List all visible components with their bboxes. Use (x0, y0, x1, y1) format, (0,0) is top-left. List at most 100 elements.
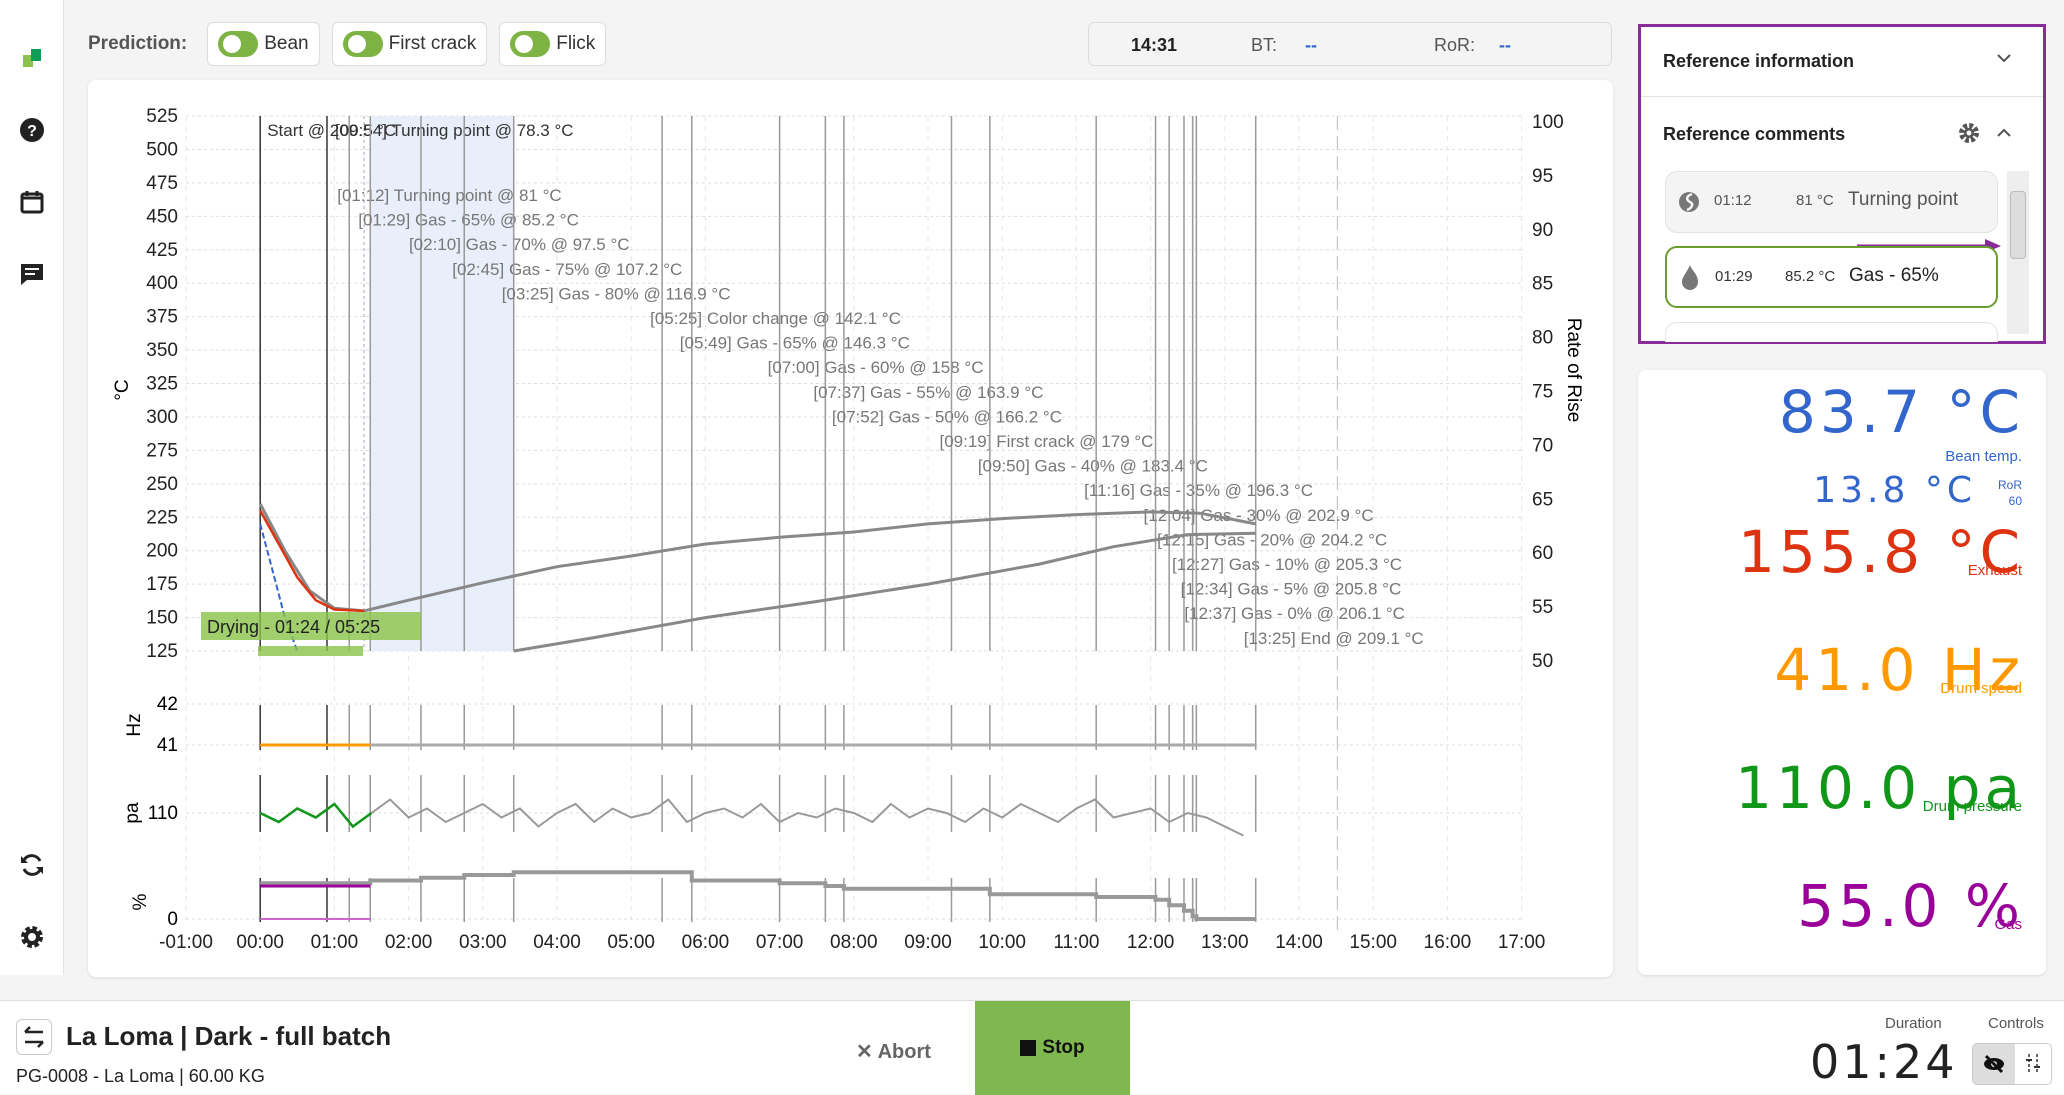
readout-value: 83.7 °C (1778, 378, 2024, 446)
readout-label: Exhaust (1967, 562, 2022, 579)
x-tick-label: 03:00 (459, 932, 507, 953)
refresh-icon[interactable] (14, 847, 50, 883)
subplot-tick-label: 42 (157, 694, 178, 715)
stop-button[interactable]: Stop (975, 1001, 1130, 1095)
duration-label: Duration (1885, 1015, 1942, 1032)
x-tick-label: 04:00 (533, 932, 581, 953)
gas-reference-line (260, 870, 1256, 921)
notes-icon[interactable] (14, 184, 50, 220)
logo-icon[interactable] (14, 40, 50, 76)
subplot-tick-label: 110 (148, 803, 178, 824)
y-tick-label: 225 (146, 507, 178, 528)
ror-tick-label: 100 (1532, 112, 1564, 133)
x-tick-label: 11:00 (1053, 932, 1099, 953)
readout-label: Drum speed (1940, 680, 2022, 697)
readout-value: 13.8 °C (1813, 470, 1976, 511)
chevron-up-icon[interactable] (1996, 127, 2012, 139)
chevron-down-icon[interactable] (1996, 53, 2012, 65)
duration-value: 01:24 (1810, 1035, 1958, 1089)
toggle-first-crack[interactable]: First crack (331, 22, 488, 66)
stop-label: Stop (1042, 1037, 1085, 1058)
x-tick-label: 00:00 (236, 932, 284, 953)
comment-icon[interactable] (14, 256, 50, 292)
y-tick-label: 425 (146, 240, 178, 261)
ror-label: RoR: (1434, 35, 1476, 55)
subplot-tick-label: 41 (157, 735, 178, 756)
sliders-button[interactable] (2015, 1044, 2051, 1084)
event-label: [07:52] Gas - 50% @ 166.2 °C (832, 407, 1062, 426)
ror-tick-label: 60 (1532, 543, 1553, 564)
phase-bar (258, 646, 363, 656)
svg-text:?: ? (27, 123, 37, 140)
bottom-bar: La Loma | Dark - full batch PG-0008 - La… (0, 1000, 2064, 1095)
event-label: [07:37] Gas - 55% @ 163.9 °C (813, 383, 1043, 402)
toggle-switch[interactable] (342, 31, 383, 57)
y-tick-label: 125 (146, 641, 178, 662)
close-icon: ✕ (856, 1041, 878, 1063)
comment-item[interactable]: 01:12 81 °C Turning point (1665, 171, 1998, 233)
swap-arrows-icon (24, 1026, 44, 1048)
ror-tick-label: 75 (1532, 382, 1553, 403)
phase-label: Drying - 01:24 / 05:25 (207, 617, 380, 637)
ror-tick-label: 65 (1532, 489, 1553, 510)
roast-title: La Loma | Dark - full batch (66, 1021, 392, 1051)
settings-gear-icon[interactable] (1957, 121, 1981, 145)
event-label: [01:29] Gas - 65% @ 85.2 °C (358, 211, 579, 230)
x-tick-label: 08:00 (830, 932, 878, 953)
scrollbar-thumb[interactable] (2010, 191, 2026, 259)
toggle-label: Flick (556, 33, 596, 54)
predicted-time: 14:31 (1131, 35, 1178, 55)
comment-item-active[interactable]: 01:29 85.2 °C Gas - 65% (1665, 246, 1998, 308)
readout-label: Drum pressure (1922, 798, 2022, 815)
toggle-bean[interactable]: Bean (207, 22, 320, 66)
toggle-switch[interactable] (510, 31, 551, 57)
ror-tick-label: 85 (1532, 274, 1553, 295)
pct-axis-label: % (130, 893, 151, 910)
stop-icon (1020, 1040, 1037, 1056)
x-tick-label: 17:00 (1498, 932, 1546, 953)
y-tick-label: 500 (146, 139, 178, 160)
x-tick-label: 12:00 (1127, 932, 1175, 953)
event-label: [12:34] Gas - 5% @ 205.8 °C (1181, 580, 1402, 599)
toggle-switch[interactable] (218, 31, 259, 57)
event-label: [12:04] Gas - 30% @ 202.9 °C (1144, 506, 1374, 525)
flame-icon (1682, 265, 1698, 290)
readout-value: 55.0 % (1797, 872, 2024, 940)
event-label: [02:45] Gas - 75% @ 107.2 °C (452, 260, 682, 279)
abort-button[interactable]: ✕ Abort (856, 1039, 931, 1064)
comment-temp: 81 °C (1796, 192, 1834, 209)
comment-item[interactable] (1665, 322, 1998, 342)
hide-toggle-button[interactable] (1973, 1044, 2015, 1084)
ror-tick-label: 50 (1532, 651, 1553, 672)
help-icon[interactable]: ? (14, 112, 50, 148)
ror-tick-label: 90 (1532, 220, 1553, 241)
controls-group (1972, 1043, 2052, 1085)
readout-label: Bean temp. (1945, 448, 2022, 465)
x-tick-label: 02:00 (385, 932, 433, 953)
pressure-live (259, 802, 373, 829)
event-label: [11:16] Gas - 35% @ 196.3 °C (1084, 481, 1313, 500)
x-tick-label: 15:00 (1349, 932, 1397, 953)
y-tick-label: 525 (146, 106, 178, 127)
event-label: [12:27] Gas - 10% @ 205.3 °C (1172, 555, 1402, 574)
gear-icon[interactable] (14, 919, 50, 955)
y-tick-label: 200 (146, 541, 178, 562)
reference-information-header[interactable]: Reference information (1663, 51, 1854, 72)
prediction-status: 14:31 BT: -- RoR: -- (1088, 22, 1612, 66)
x-tick-label: 13:00 (1201, 932, 1249, 953)
event-label: [09:19] First crack @ 179 °C (939, 432, 1153, 451)
toggle-flick[interactable]: Flick (499, 22, 607, 66)
roast-chart[interactable]: 125 150 175 200 225 250 275 300 325 350 375 400 425 4… (88, 80, 1613, 977)
scrollbar[interactable] (2007, 171, 2029, 334)
y-tick-label: 350 (146, 340, 178, 361)
readout-sublabel: 60 (2008, 494, 2022, 508)
turning-point-icon (1679, 192, 1699, 212)
event-label: [03:25] Gas - 80% @ 116.9 °C (502, 284, 731, 303)
readout-label: Gas (1994, 916, 2022, 933)
pa-axis-label: pa (122, 802, 143, 824)
ror-tick-label: 95 (1532, 166, 1553, 187)
y-tick-label: 450 (146, 206, 178, 227)
swap-profile-button[interactable] (16, 1019, 52, 1055)
x-tick-label: 05:00 (607, 932, 655, 953)
sliders-icon (2026, 1054, 2040, 1074)
